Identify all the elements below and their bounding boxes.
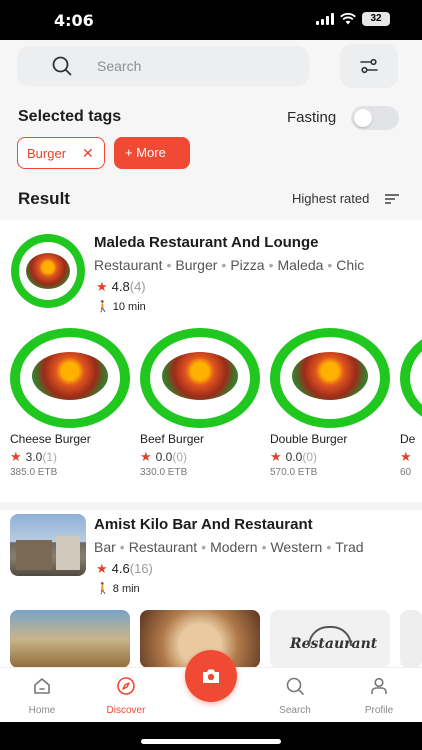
menu-item-name: Beef Burger bbox=[140, 432, 205, 446]
sliders-icon bbox=[360, 58, 378, 74]
signal-icon bbox=[316, 13, 334, 25]
tag: Restaurant bbox=[94, 257, 163, 273]
tag: Pizza bbox=[230, 257, 265, 273]
wifi-icon bbox=[340, 13, 356, 25]
tag: Chic bbox=[336, 257, 365, 273]
camera-icon bbox=[203, 669, 219, 683]
restaurant-card[interactable]: Maleda Restaurant And Lounge Restaurant •… bbox=[0, 224, 422, 502]
filter-header: Search Selected tags Fasting Burger ✕ + … bbox=[0, 40, 422, 220]
filter-button[interactable] bbox=[340, 44, 398, 88]
tag: Modern bbox=[210, 539, 258, 555]
menu-item-rating: ★ 0.0(0) bbox=[140, 449, 188, 464]
tag-chip-label: Burger bbox=[27, 146, 67, 161]
menu-item-price: 570.0 ETB bbox=[270, 467, 318, 478]
status-time: 4:06 bbox=[54, 11, 94, 30]
dish-photo[interactable] bbox=[10, 610, 130, 668]
home-indicator[interactable] bbox=[141, 739, 281, 744]
dish-photo[interactable] bbox=[400, 610, 422, 668]
star-icon: ★ bbox=[96, 561, 108, 576]
selected-tags-heading: Selected tags bbox=[18, 108, 122, 125]
result-heading: Result bbox=[18, 189, 70, 208]
menu-item-name: Double Burger bbox=[270, 432, 348, 446]
fasting-toggle[interactable] bbox=[351, 106, 399, 130]
menu-item-price: 60 bbox=[400, 467, 412, 478]
tag: Restaurant bbox=[128, 539, 198, 555]
menu-item-rating: ★ bbox=[400, 449, 412, 464]
restaurant-card[interactable]: Amist Kilo Bar And Restaurant Bar • Restau… bbox=[0, 510, 422, 668]
menu-item-image bbox=[10, 328, 130, 428]
menu-item-card[interactable]: Double Burger ★ 0.0(0) 570.0 ETB bbox=[270, 328, 394, 478]
toggle-knob bbox=[354, 109, 372, 127]
tag: Burger bbox=[175, 257, 218, 273]
battery-icon: 32 bbox=[362, 12, 390, 26]
walking-icon: 🚶 bbox=[96, 583, 110, 595]
tag: Bar bbox=[94, 539, 116, 555]
dish-photo[interactable]: Restaurant bbox=[270, 610, 390, 668]
menu-item-price: 330.0 ETB bbox=[140, 467, 188, 478]
section-divider bbox=[0, 502, 422, 510]
menu-item-image bbox=[140, 328, 260, 428]
restaurant-logo bbox=[11, 234, 85, 308]
restaurant-rating: ★ 4.8(4) bbox=[96, 279, 146, 294]
sort-dropdown[interactable]: Highest rated bbox=[292, 191, 369, 206]
tag: Maleda bbox=[277, 257, 324, 273]
restaurant-rating: ★ 4.6(16) bbox=[96, 561, 153, 576]
status-icons: 32 bbox=[316, 12, 390, 26]
search-icon bbox=[286, 677, 304, 695]
tag-chip-burger[interactable]: Burger ✕ bbox=[17, 137, 105, 169]
menu-item-image bbox=[400, 328, 422, 428]
home-icon bbox=[34, 678, 50, 694]
search-icon bbox=[52, 56, 72, 76]
remove-tag-icon[interactable]: ✕ bbox=[82, 145, 94, 162]
menu-item-name: Cheese Burger bbox=[10, 432, 91, 446]
restaurant-tags: Bar • Restaurant • Modern • Western • Trad bbox=[94, 539, 364, 555]
delivery-time: 🚶 10 min bbox=[96, 301, 146, 313]
menu-item-card[interactable]: De ★ 60 bbox=[400, 328, 422, 478]
tag: Western bbox=[270, 539, 323, 555]
camera-button[interactable] bbox=[185, 650, 237, 702]
compass-icon bbox=[117, 677, 135, 695]
menu-item-price: 385.0 ETB bbox=[10, 467, 58, 478]
menu-item-rating: ★ 3.0(1) bbox=[10, 449, 58, 464]
restaurant-tags: Restaurant • Burger • Pizza • Maleda • Chic bbox=[94, 257, 365, 273]
walking-icon: 🚶 bbox=[96, 301, 110, 313]
menu-item-name: De bbox=[400, 432, 416, 446]
search-placeholder: Search bbox=[97, 58, 142, 74]
restaurant-photo bbox=[10, 514, 86, 576]
profile-icon bbox=[371, 677, 387, 694]
restaurant-name[interactable]: Maleda Restaurant And Lounge bbox=[94, 234, 318, 251]
more-tags-button[interactable]: + More bbox=[114, 137, 190, 169]
menu-item-image bbox=[270, 328, 390, 428]
menu-item-card[interactable]: Beef Burger ★ 0.0(0) 330.0 ETB bbox=[140, 328, 264, 478]
restaurant-name[interactable]: Amist Kilo Bar And Restaurant bbox=[94, 516, 313, 533]
menu-item-card[interactable]: Cheese Burger ★ 3.0(1) 385.0 ETB bbox=[10, 328, 134, 478]
fasting-label: Fasting bbox=[287, 109, 337, 126]
tag: Trad bbox=[335, 539, 364, 555]
more-tags-label: + More bbox=[125, 145, 166, 160]
sort-icon[interactable] bbox=[385, 194, 399, 204]
search-input[interactable]: Search bbox=[17, 46, 309, 86]
delivery-time: 🚶 8 min bbox=[96, 583, 140, 595]
home-indicator-bar bbox=[0, 722, 422, 750]
app-screen: 4:06 32 Search Selected tags Fasting Bur… bbox=[0, 0, 422, 750]
menu-item-rating: ★ 0.0(0) bbox=[270, 449, 318, 464]
star-icon: ★ bbox=[96, 279, 108, 294]
status-bar: 4:06 32 bbox=[0, 0, 422, 40]
